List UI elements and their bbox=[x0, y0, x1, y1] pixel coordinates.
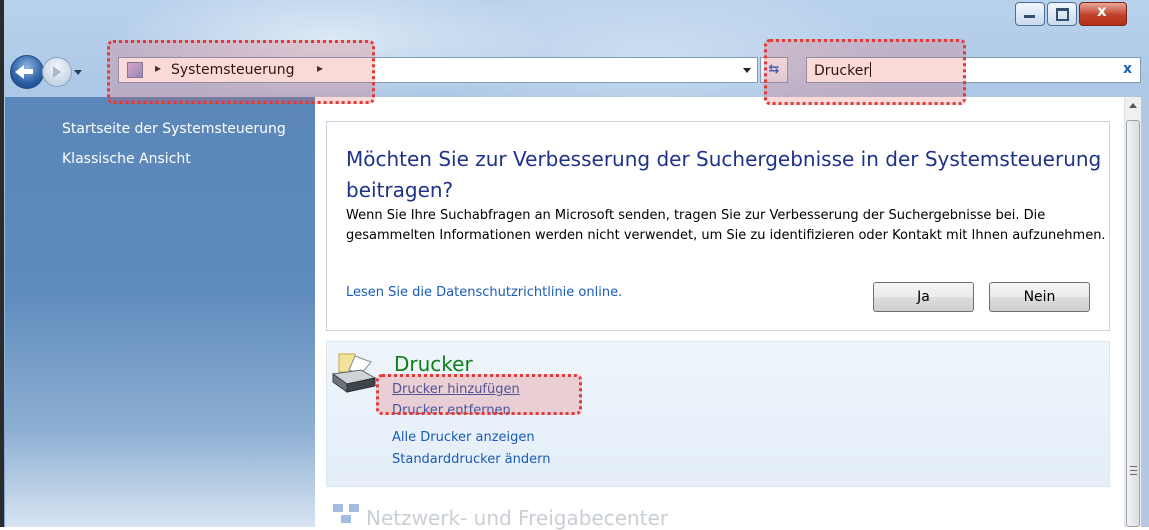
forward-arrow-icon[interactable] bbox=[42, 57, 72, 87]
panel-title: Möchten Sie zur Verbesserung der Sucherg… bbox=[346, 147, 1102, 202]
printer-icon bbox=[331, 353, 377, 393]
scrollbar-grip-icon bbox=[1130, 466, 1137, 475]
caption-buttons bbox=[1013, 2, 1127, 26]
network-icon bbox=[333, 504, 359, 523]
network-group-title[interactable]: Netzwerk- und Freigabecenter bbox=[366, 506, 668, 530]
yes-button[interactable]: Ja bbox=[873, 282, 974, 312]
scrollbar-thumb[interactable] bbox=[1126, 120, 1140, 527]
vertical-scrollbar[interactable] bbox=[1124, 97, 1142, 527]
scroll-up-arrow-icon[interactable] bbox=[1129, 103, 1137, 108]
clear-search-icon[interactable]: x bbox=[1123, 61, 1132, 77]
window-right-border bbox=[1141, 97, 1149, 527]
highlight-address-bar bbox=[107, 40, 375, 104]
content-pane: Möchten Sie zur Verbesserung der Sucherg… bbox=[315, 97, 1124, 530]
recent-pages-dropdown-icon[interactable] bbox=[74, 65, 82, 79]
sidebar-item-control-panel-home[interactable]: Startseite der Systemsteuerung bbox=[62, 121, 286, 137]
sidebar: Startseite der Systemsteuerung Klassisch… bbox=[5, 97, 315, 527]
printer-group-title[interactable]: Drucker bbox=[394, 352, 473, 376]
sidebar-item-classic-view[interactable]: Klassische Ansicht bbox=[62, 151, 191, 167]
back-arrow-icon[interactable] bbox=[10, 55, 44, 89]
panel-description: Wenn Sie Ihre Suchabfragen an Microsoft … bbox=[346, 208, 1106, 243]
task-change-default-printer[interactable]: Standarddrucker ändern bbox=[392, 452, 550, 467]
search-feedback-panel: Möchten Sie zur Verbesserung der Sucherg… bbox=[326, 121, 1110, 331]
close-button[interactable] bbox=[1079, 2, 1127, 26]
task-show-all-printers[interactable]: Alle Drucker anzeigen bbox=[392, 430, 535, 445]
window-edge bbox=[0, 0, 4, 527]
minimize-button[interactable] bbox=[1015, 2, 1045, 26]
navigation-buttons bbox=[10, 55, 82, 89]
highlight-add-printer bbox=[376, 374, 582, 415]
network-result-group: Netzwerk- und Freigabecenter bbox=[326, 500, 1110, 530]
privacy-policy-link[interactable]: Lesen Sie die Datenschutzrichtlinie onli… bbox=[346, 285, 622, 300]
no-button[interactable]: Nein bbox=[989, 282, 1090, 312]
highlight-search-box bbox=[764, 39, 966, 105]
address-dropdown-icon[interactable] bbox=[743, 68, 751, 73]
maximize-button[interactable] bbox=[1047, 2, 1077, 26]
